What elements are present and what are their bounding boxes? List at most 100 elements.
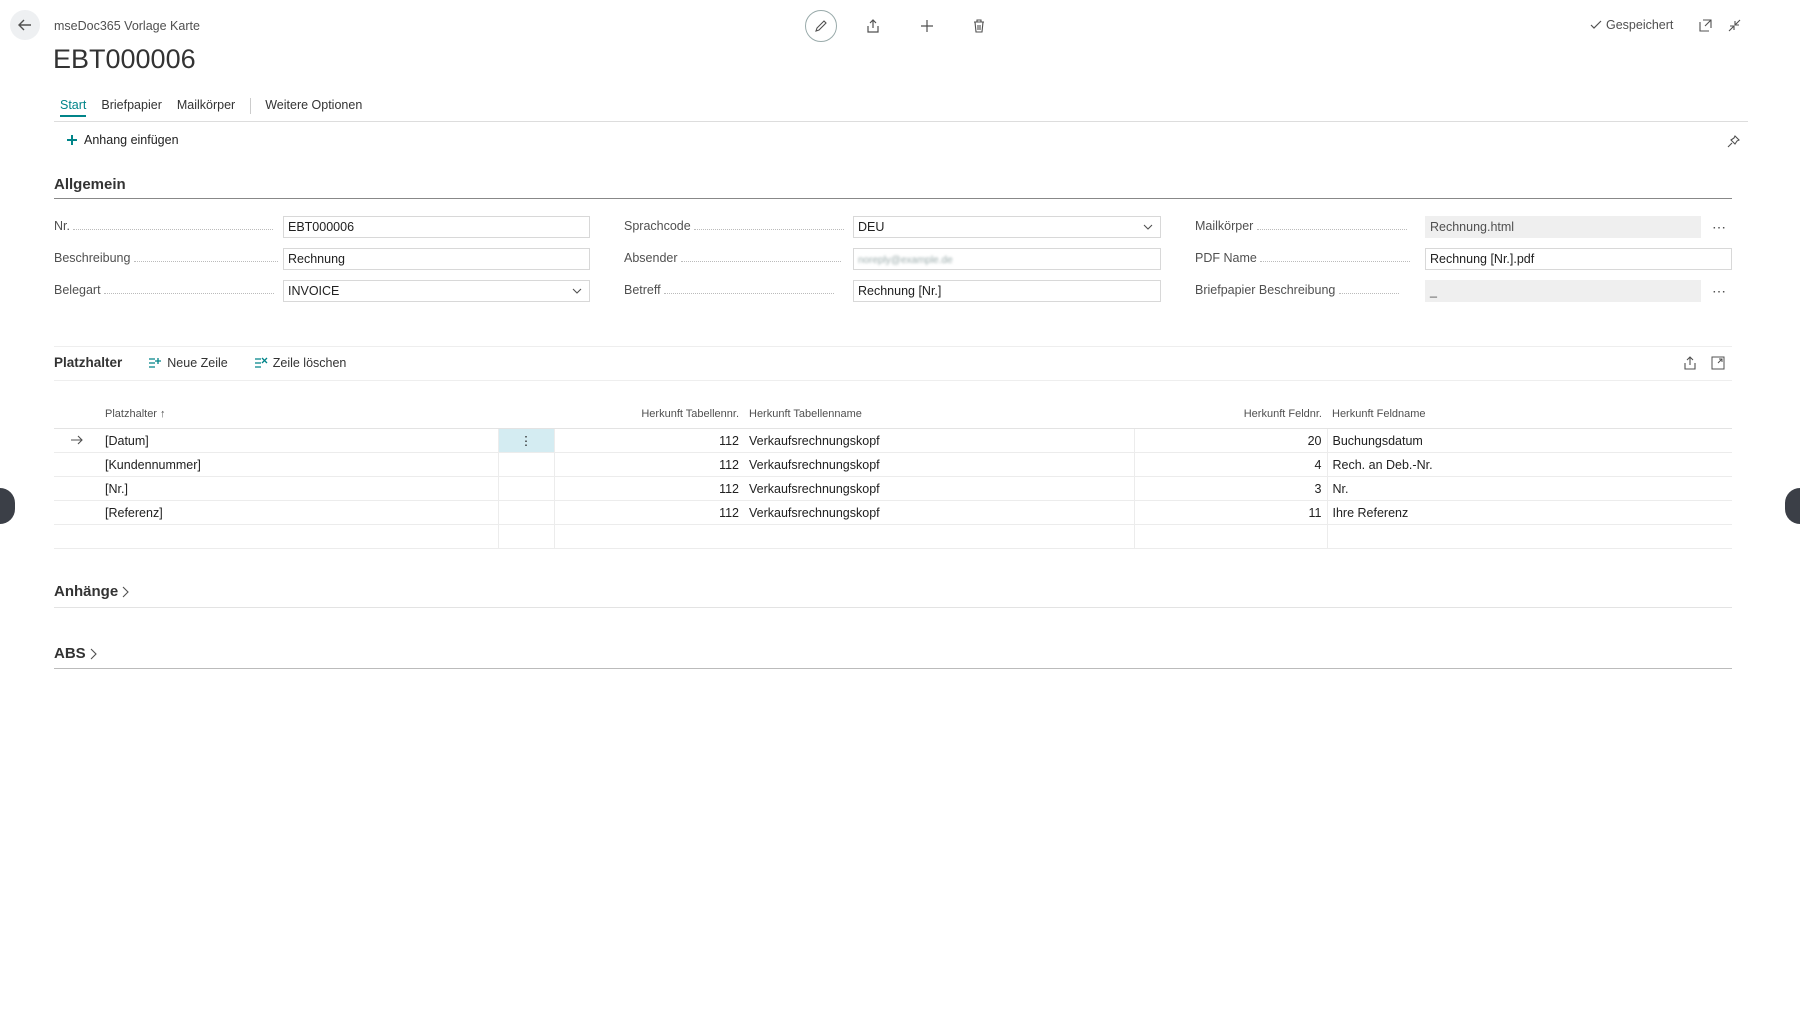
empty-cell[interactable] [1134, 524, 1328, 549]
col-field-no-header[interactable]: Herkunft Feldnr. [1134, 400, 1327, 429]
beschreibung-field[interactable]: Rechnung [283, 248, 590, 270]
col-table-name-header[interactable]: Herkunft Tabellenname [744, 400, 1134, 429]
page-title: EBT000006 [53, 44, 196, 74]
attach-label: Anhang einfügen [84, 133, 179, 147]
placeholder-cell[interactable]: [Nr.] [100, 476, 499, 501]
tabs-divider [54, 121, 1748, 122]
new-line-button[interactable]: Neue Zeile [148, 356, 228, 370]
subpage-top-divider [54, 346, 1732, 347]
field-name-cell[interactable]: Rech. an Deb.-Nr. [1327, 452, 1732, 477]
left-panel-handle[interactable] [0, 488, 15, 524]
delete-line-button[interactable]: Zeile löschen [254, 356, 346, 370]
pin-button[interactable] [1724, 132, 1742, 150]
chevron-right-icon [90, 648, 97, 659]
briefpapier-more-button[interactable]: ⋯ [1708, 280, 1730, 302]
save-status: Gespeichert [1590, 18, 1673, 32]
field-no-cell[interactable]: 3 [1134, 476, 1328, 501]
share-button[interactable] [861, 14, 885, 38]
placeholder-cell[interactable]: [Datum] [100, 428, 499, 453]
field-no-cell[interactable]: 11 [1134, 500, 1328, 525]
section-anhaenge[interactable]: Anhänge [54, 583, 130, 600]
anhaenge-divider [54, 607, 1732, 608]
section-allgemein: Allgemein [54, 176, 126, 193]
table-row[interactable]: [Kundennummer] 112 Verkaufsrechnungskopf… [54, 452, 1732, 477]
placeholder-toolbar: Platzhalter Neue Zeile Zeile löschen [54, 355, 346, 370]
field-name-cell[interactable]: Buchungsdatum [1327, 428, 1732, 453]
empty-cell[interactable] [498, 524, 555, 549]
tab-mailkoerper[interactable]: Mailkörper [177, 98, 235, 117]
placeholder-cell[interactable]: [Kundennummer] [100, 452, 499, 477]
back-button[interactable] [10, 10, 40, 40]
attach-button[interactable]: Anhang einfügen [66, 133, 179, 147]
section-anhaenge-label: Anhänge [54, 583, 119, 600]
table-name-cell[interactable]: Verkaufsrechnungskopf [744, 500, 1135, 525]
row-indicator [54, 452, 100, 477]
section-abs[interactable]: ABS [54, 645, 98, 662]
empty-cell[interactable] [554, 524, 744, 549]
placeholder-table: Platzhalter ↑ Herkunft Tabellennr. Herku… [54, 400, 1732, 549]
collapse-button[interactable] [1725, 16, 1743, 34]
table-row[interactable]: [Datum] ⋮ 112 Verkaufsrechnungskopf 20 B… [54, 428, 1732, 453]
table-empty-row[interactable] [54, 524, 1732, 549]
empty-cell[interactable] [100, 524, 499, 549]
checkmark-icon [1590, 20, 1602, 29]
delete-line-icon [254, 357, 268, 368]
nr-field[interactable]: EBT000006 [283, 216, 590, 238]
briefpapier-beschreibung-field[interactable]: _ [1425, 280, 1701, 302]
table-no-cell[interactable]: 112 [554, 500, 744, 525]
open-new-window-button[interactable] [1696, 16, 1714, 34]
share-list-button[interactable] [1681, 354, 1699, 372]
field-name-cell[interactable]: Nr. [1327, 476, 1732, 501]
chevron-down-icon [572, 288, 582, 294]
row-actions-cell[interactable] [498, 452, 555, 477]
row-actions-cell[interactable] [498, 476, 555, 501]
table-header-row: Platzhalter ↑ Herkunft Tabellennr. Herku… [54, 400, 1732, 429]
chevron-down-icon [1143, 224, 1153, 230]
tab-start[interactable]: Start [60, 98, 87, 117]
col-table-no-header[interactable]: Herkunft Tabellennr. [554, 400, 744, 429]
field-no-cell[interactable]: 4 [1134, 452, 1328, 477]
empty-cell[interactable] [1327, 524, 1732, 549]
open-new-window-icon [1698, 18, 1712, 32]
field-no-cell[interactable]: 20 [1134, 428, 1328, 453]
table-name-cell[interactable]: Verkaufsrechnungskopf [744, 452, 1135, 477]
pin-icon [1727, 134, 1740, 147]
placeholder-cell[interactable]: [Referenz] [100, 500, 499, 525]
table-row[interactable]: [Nr.] 112 Verkaufsrechnungskopf 3 Nr. [54, 476, 1732, 501]
belegart-select[interactable]: INVOICE [283, 280, 590, 302]
col-placeholder-header[interactable]: Platzhalter ↑ [100, 400, 498, 429]
betreff-label: Betreff [624, 283, 849, 301]
right-panel-handle[interactable] [1785, 488, 1800, 524]
edit-button[interactable] [805, 10, 837, 42]
sprachcode-select[interactable]: DEU [853, 216, 1161, 238]
mailkoerper-more-button[interactable]: ⋯ [1708, 216, 1730, 238]
share-icon [867, 19, 879, 33]
absender-field[interactable]: noreply@example.de [853, 248, 1161, 270]
pdf-name-field[interactable]: Rechnung [Nr.].pdf [1425, 248, 1732, 270]
table-name-cell[interactable]: Verkaufsrechnungskopf [744, 476, 1135, 501]
table-row[interactable]: [Referenz] 112 Verkaufsrechnungskopf 11 … [54, 500, 1732, 525]
table-no-cell[interactable]: 112 [554, 476, 744, 501]
absender-value: noreply@example.de [858, 255, 953, 266]
delete-button[interactable] [967, 14, 991, 38]
row-actions-button[interactable]: ⋮ [498, 428, 555, 453]
betreff-field[interactable]: Rechnung [Nr.] [853, 280, 1161, 302]
tab-briefpapier[interactable]: Briefpapier [101, 98, 161, 117]
field-name-cell[interactable]: Ihre Referenz [1327, 500, 1732, 525]
tab-weitere-optionen[interactable]: Weitere Optionen [265, 98, 362, 117]
col-field-name-header[interactable]: Herkunft Feldname [1327, 400, 1732, 429]
sprachcode-value: DEU [858, 220, 885, 234]
section-divider [54, 198, 1732, 199]
table-name-cell[interactable]: Verkaufsrechnungskopf [744, 428, 1135, 453]
mailkoerper-field[interactable]: Rechnung.html [1425, 216, 1701, 238]
row-actions-cell[interactable] [498, 500, 555, 525]
expand-list-button[interactable] [1709, 354, 1727, 372]
arrow-right-icon [71, 435, 83, 444]
empty-cell[interactable] [744, 524, 1135, 549]
table-no-cell[interactable]: 112 [554, 428, 744, 453]
subpage-toolbar-divider [54, 380, 1732, 381]
new-button[interactable] [915, 14, 939, 38]
table-no-cell[interactable]: 112 [554, 452, 744, 477]
belegart-label: Belegart [54, 283, 279, 301]
breadcrumb: mseDoc365 Vorlage Karte [54, 19, 200, 33]
